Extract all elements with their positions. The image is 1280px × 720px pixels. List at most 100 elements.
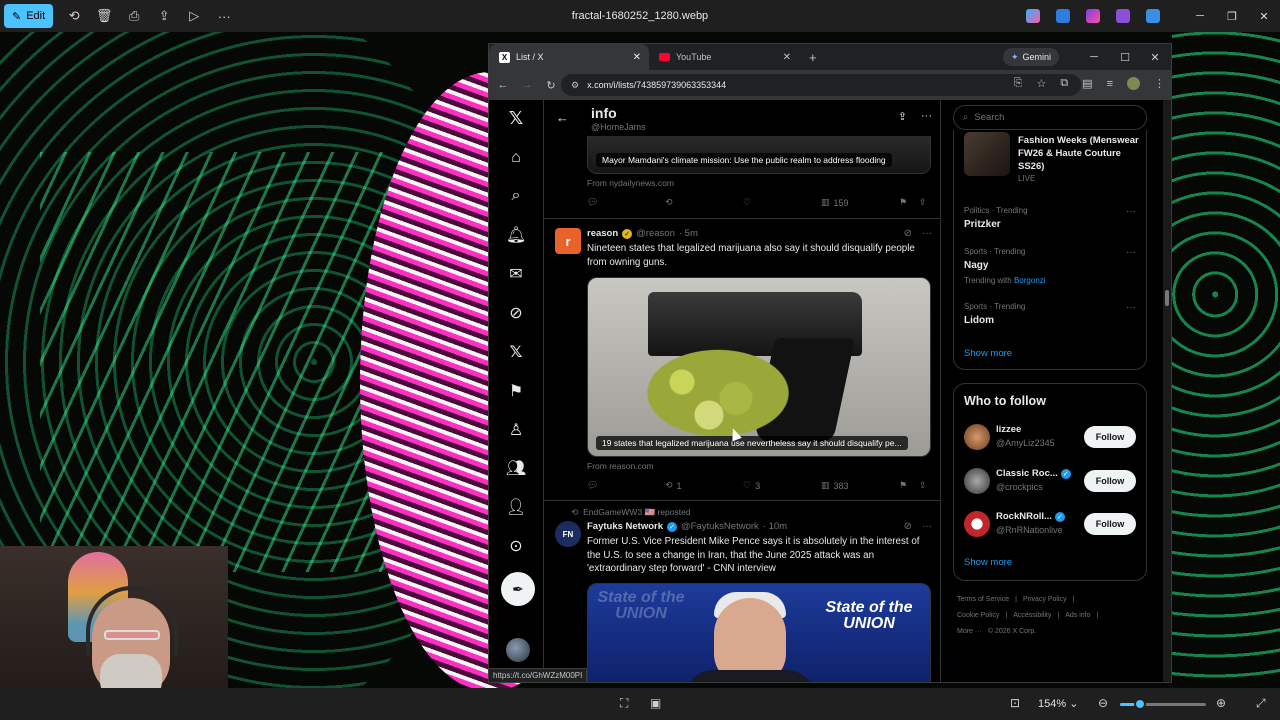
footer-link[interactable]: Accessibility	[1013, 612, 1051, 619]
avatar[interactable]	[964, 468, 990, 494]
scroll-thumb[interactable]	[1165, 290, 1169, 306]
post-time[interactable]: · 10m	[763, 521, 787, 532]
scrollbar[interactable]	[1163, 100, 1171, 682]
post-media[interactable]: Mayor Mamdani's climate mission: Use the…	[587, 136, 931, 174]
back-arrow-icon[interactable]: ←	[556, 110, 569, 125]
reload-icon[interactable]: ↻	[539, 79, 563, 92]
follow-button[interactable]: Follow	[1084, 470, 1136, 492]
account-avatar[interactable]	[506, 638, 530, 662]
zoom-in-icon[interactable]: ⊕	[1216, 696, 1226, 710]
more-circle-icon[interactable]: ⊙	[506, 536, 526, 556]
event-thumbnail[interactable]	[964, 132, 1010, 176]
bookmarks-icon[interactable]: ⚑	[506, 381, 526, 401]
share-icon[interactable]: ⇪	[919, 197, 927, 208]
grok-icon[interactable]: ⊘	[506, 303, 526, 323]
premium-icon[interactable]: 𝕏	[506, 342, 526, 362]
notifications-icon[interactable]: 🔔︎	[506, 225, 526, 245]
tab-list-x[interactable]: X List / X ✕	[489, 44, 649, 70]
repost-icon[interactable]: ⟲	[665, 197, 673, 208]
x-logo-icon[interactable]: 𝕏	[506, 108, 526, 128]
restore-icon[interactable]: ❐	[1216, 0, 1248, 32]
follow-button[interactable]: Follow	[1084, 426, 1136, 448]
footer-link[interactable]: Terms of Service	[957, 596, 1009, 603]
app-icon[interactable]	[1116, 9, 1130, 23]
url-input[interactable]: ⚙ x.com/i/lists/743859739063353344	[561, 74, 1081, 96]
avatar[interactable]: FN	[555, 521, 581, 547]
print-icon[interactable]: ⎙	[119, 4, 149, 28]
more-icon[interactable]: ···	[922, 521, 932, 532]
rotate-icon[interactable]: ⟲	[59, 4, 89, 28]
forward-icon[interactable]: →	[515, 79, 539, 91]
home-icon[interactable]: ⌂	[506, 148, 526, 168]
copilot-icon[interactable]	[1026, 9, 1040, 23]
install-icon[interactable]: ⎘	[1014, 77, 1023, 90]
search-input[interactable]: ⌕ Search	[953, 105, 1147, 130]
post-button[interactable]: ✒	[501, 572, 535, 606]
site-info-icon[interactable]: ⚙	[571, 80, 579, 91]
delete-icon[interactable]: 🗑	[89, 4, 119, 28]
extensions-icon[interactable]: ⧉	[1060, 77, 1068, 90]
designer-icon[interactable]	[1056, 9, 1070, 23]
views-button[interactable]: ▥ 383	[821, 480, 849, 491]
user-name[interactable]: Classic Roc... ✓	[996, 468, 1071, 479]
author-handle[interactable]: @reason	[636, 228, 675, 239]
link-source[interactable]: From reason.com	[587, 461, 654, 471]
zoom-slider[interactable]	[1120, 703, 1206, 706]
avatar[interactable]	[964, 424, 990, 450]
zoom-out-icon[interactable]: ⊖	[1098, 696, 1108, 710]
zoom-slider-thumb[interactable]	[1134, 698, 1146, 710]
more-icon[interactable]: ···	[1126, 302, 1136, 313]
footer-link[interactable]: Privacy Policy	[1023, 596, 1067, 603]
more-icon[interactable]: ···	[209, 4, 239, 28]
zoom-level[interactable]: 154% ⌄	[1038, 697, 1078, 710]
profile-avatar[interactable]	[1127, 77, 1140, 90]
clipchamp-icon[interactable]	[1086, 9, 1100, 23]
more-icon[interactable]: ···	[921, 110, 932, 123]
close-tab-icon[interactable]: ✕	[783, 52, 791, 63]
sidepanel-icon[interactable]: ▤	[1082, 77, 1092, 90]
views-button[interactable]: ▥ 159	[821, 197, 849, 208]
like-button[interactable]: ♡ 3	[743, 480, 760, 491]
user-name[interactable]: lizzee	[996, 424, 1021, 435]
close-icon[interactable]: ✕	[1140, 44, 1170, 70]
author-handle[interactable]: @FaytuksNetwork	[681, 521, 759, 532]
like-icon[interactable]: ♡	[743, 197, 751, 208]
communities-icon[interactable]: 👥︎	[506, 458, 526, 478]
post-media[interactable]: State of the UNION State of the UNION	[587, 583, 931, 682]
more-icon[interactable]: ···	[1126, 206, 1136, 217]
tab-youtube[interactable]: YouTube ✕	[649, 44, 799, 70]
trend-name[interactable]: Pritzker	[964, 219, 1001, 230]
event-title[interactable]: Fashion Weeks (Menswear FW26 & Haute Cou…	[1018, 134, 1144, 173]
messages-icon[interactable]: ✉	[506, 264, 526, 284]
search-icon[interactable]: ⌕	[506, 186, 526, 206]
more-icon[interactable]: ···	[1126, 247, 1136, 258]
reply-icon[interactable]: 💬︎	[587, 197, 598, 208]
filmstrip-icon[interactable]: ▣	[650, 696, 661, 710]
close-icon[interactable]: ✕	[1248, 0, 1280, 32]
show-more-link[interactable]: Show more	[964, 348, 1012, 359]
reply-icon[interactable]: 💬︎	[587, 480, 598, 491]
share-icon[interactable]: ⇪	[149, 4, 179, 28]
close-tab-icon[interactable]: ✕	[633, 52, 641, 63]
profile-icon[interactable]: 👤︎	[506, 497, 526, 517]
trend-name[interactable]: Nagy	[964, 260, 988, 271]
footer-link[interactable]: Cookie Policy	[957, 612, 999, 619]
maximize-icon[interactable]: ☐	[1110, 44, 1140, 70]
footer-link[interactable]: Ads info	[1065, 612, 1090, 619]
edit-button[interactable]: ✎ Edit	[4, 4, 54, 28]
footer-link[interactable]: More ···	[957, 628, 982, 635]
trend-related-link[interactable]: Borgonzi	[1014, 276, 1046, 285]
repost-button[interactable]: ⟲ 1	[665, 480, 682, 491]
share-icon[interactable]: ⇪	[919, 480, 927, 491]
bookmark-icon[interactable]: ⚑	[899, 480, 907, 491]
menu-icon[interactable]: ⋮	[1154, 77, 1165, 90]
grok-icon[interactable]: ⊘	[904, 521, 912, 532]
post-media[interactable]: 19 states that legalized marijuana use n…	[587, 277, 931, 457]
post-time[interactable]: · 5m	[679, 228, 698, 239]
jobs-icon[interactable]: ♙	[506, 420, 526, 440]
gemini-button[interactable]: ✦ Gemini	[1002, 48, 1059, 66]
fit-icon[interactable]: ⛶	[620, 696, 628, 711]
avatar[interactable]: r	[555, 228, 581, 254]
link-source[interactable]: From nydailynews.com	[587, 178, 674, 188]
share-icon[interactable]: ⇪	[898, 110, 907, 123]
